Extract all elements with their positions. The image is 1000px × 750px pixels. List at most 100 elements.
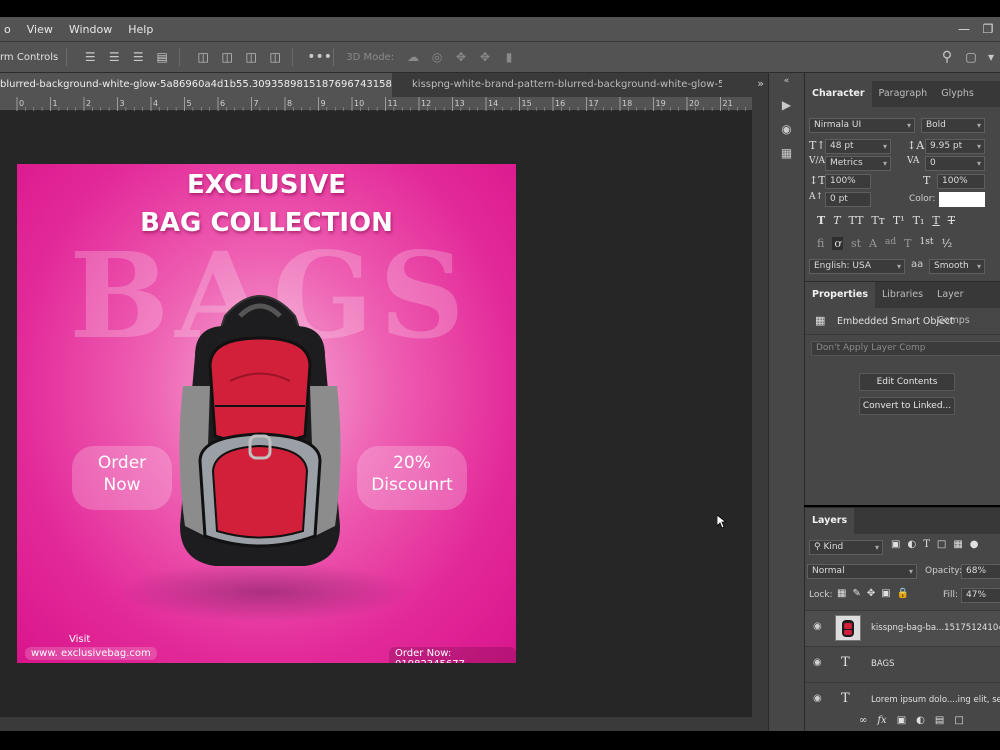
kerning-field[interactable]: Metrics ▾ bbox=[825, 156, 891, 171]
horizontal-scrollbar[interactable] bbox=[0, 717, 752, 731]
visibility-eye-icon[interactable]: ◉ bbox=[813, 693, 822, 704]
workspace-dropdown-icon[interactable]: ▾ bbox=[986, 49, 996, 65]
artwork-image[interactable]: BAGS EXCLUSIVE BAG COLLECTION Order Now … bbox=[17, 164, 516, 663]
distribute-horizontal-icon[interactable]: ◫ bbox=[266, 49, 284, 65]
pan-3d-icon[interactable]: ✥ bbox=[452, 49, 470, 65]
align-bottom-edges-icon[interactable]: ◫ bbox=[242, 49, 260, 65]
adjustment-layer-icon[interactable]: ◐ bbox=[916, 715, 925, 726]
menu-item-view[interactable]: View bbox=[27, 23, 53, 36]
ordinals-button[interactable]: 1st bbox=[919, 237, 933, 250]
filter-toggle-icon[interactable]: ● bbox=[970, 539, 979, 550]
ellipsis-icon[interactable]: ••• bbox=[307, 49, 332, 65]
align-top-edges-icon[interactable]: ◫ bbox=[194, 49, 212, 65]
fill-field[interactable]: 47% bbox=[961, 588, 1000, 603]
opacity-field[interactable]: 68% bbox=[961, 564, 1000, 579]
link-layers-icon[interactable]: ∞ bbox=[859, 715, 867, 726]
faux-bold-button[interactable]: T bbox=[817, 214, 825, 227]
swash-button[interactable]: A bbox=[869, 237, 877, 250]
lock-position-icon[interactable]: ✥ bbox=[867, 588, 875, 599]
slide-3d-icon[interactable]: ✥ bbox=[476, 49, 494, 65]
horizontal-ruler[interactable]: 0 1 2 3 4 5 6 7 8 9 10 11 12 13 14 15 16 17 18 19 20 21 bbox=[0, 97, 752, 111]
font-family-select[interactable]: Nirmala UI ▾ bbox=[809, 118, 915, 133]
tab-paragraph[interactable]: Paragraph bbox=[872, 81, 935, 107]
document-tab-inactive[interactable]: kisspng-white-brand-pattern-blurred-back… bbox=[392, 73, 722, 97]
visibility-eye-icon[interactable]: ◉ bbox=[813, 657, 822, 668]
filter-adjustment-icon[interactable]: ◐ bbox=[907, 539, 916, 550]
minimize-icon[interactable]: — bbox=[952, 22, 976, 36]
layer-comp-select[interactable]: Don't Apply Layer Comp bbox=[811, 341, 1000, 356]
filter-smart-object-icon[interactable]: ▦ bbox=[953, 539, 962, 550]
distribute-vertical-icon[interactable]: ▤ bbox=[153, 49, 171, 65]
color-palette-icon[interactable]: ◉ bbox=[778, 121, 796, 137]
swatches-grid-icon[interactable]: ▦ bbox=[778, 145, 796, 161]
align-vertical-centers-icon[interactable]: ◫ bbox=[218, 49, 236, 65]
menu-item-window[interactable]: Window bbox=[69, 23, 112, 36]
font-size-field[interactable]: 48 pt ▾ bbox=[825, 139, 891, 154]
history-icon[interactable]: ▶ bbox=[778, 97, 796, 113]
antialias-select[interactable]: Smooth ▾ bbox=[929, 259, 985, 274]
vertical-scrollbar[interactable] bbox=[752, 97, 768, 731]
layer-mask-icon[interactable]: ▣ bbox=[897, 715, 906, 726]
layer-filter-select[interactable]: ⚲ Kind ▾ bbox=[809, 540, 883, 555]
filter-type-icon[interactable]: T bbox=[923, 539, 930, 550]
visibility-eye-icon[interactable]: ◉ bbox=[813, 621, 822, 632]
horizontal-scale-field[interactable]: 100% bbox=[937, 174, 985, 189]
underline-button[interactable]: T bbox=[932, 214, 939, 227]
titling-alternates-button[interactable]: T bbox=[904, 237, 911, 250]
tab-properties[interactable]: Properties bbox=[805, 282, 875, 308]
tab-overflow-icon[interactable]: » bbox=[757, 77, 764, 90]
align-horizontal-centers-icon[interactable]: ☰ bbox=[105, 49, 123, 65]
lock-image-icon[interactable]: ✎ bbox=[852, 588, 860, 599]
search-icon[interactable]: ⚲ bbox=[938, 49, 956, 65]
faux-italic-button[interactable]: T bbox=[833, 214, 840, 227]
restore-icon[interactable]: ❐ bbox=[976, 22, 1000, 36]
ligatures-button[interactable]: fi bbox=[817, 237, 824, 250]
small-caps-button[interactable]: Tт bbox=[871, 214, 884, 227]
strikethrough-button[interactable]: T bbox=[948, 214, 955, 227]
layer-row[interactable]: ◉ kisspng-bag-ba...15175124104087 bbox=[805, 610, 1000, 646]
font-style-select[interactable]: Bold ▾ bbox=[921, 118, 985, 133]
orbit-3d-icon[interactable]: ☁ bbox=[404, 49, 422, 65]
new-group-icon[interactable]: ▤ bbox=[935, 715, 944, 726]
all-caps-button[interactable]: TT bbox=[849, 214, 864, 227]
menu-item-partial[interactable]: o bbox=[4, 23, 11, 36]
text-color-swatch[interactable] bbox=[939, 192, 985, 207]
new-layer-icon[interactable]: □ bbox=[954, 715, 963, 726]
tab-layer-comps[interactable]: Layer Comps bbox=[930, 282, 1000, 326]
layer-row[interactable]: ◉ T Lorem ipsum dolo....ing elit, sed d bbox=[805, 682, 1000, 718]
filter-shape-icon[interactable]: □ bbox=[937, 539, 946, 550]
align-right-edges-icon[interactable]: ☰ bbox=[129, 49, 147, 65]
layer-style-icon[interactable]: fx bbox=[877, 715, 886, 726]
edit-contents-button[interactable]: Edit Contents bbox=[859, 373, 955, 391]
layer-row[interactable]: ◉ T BAGS bbox=[805, 646, 1000, 682]
superscript-button[interactable]: T¹ bbox=[893, 214, 905, 227]
tab-glyphs[interactable]: Glyphs bbox=[934, 81, 981, 107]
fractions-button[interactable]: ½ bbox=[941, 237, 952, 250]
lock-transparent-icon[interactable]: ▦ bbox=[837, 588, 846, 599]
leading-field[interactable]: 9.95 pt ▾ bbox=[925, 139, 985, 154]
tab-character[interactable]: Character bbox=[805, 81, 872, 107]
vertical-scale-field[interactable]: 100% bbox=[825, 174, 871, 189]
collapse-panels-icon[interactable]: « bbox=[778, 73, 796, 89]
tab-layers[interactable]: Layers bbox=[805, 508, 855, 534]
document-tab-active[interactable]: blurred-background-white-glow-5a86960a4d… bbox=[0, 73, 392, 97]
menu-item-help[interactable]: Help bbox=[128, 23, 153, 36]
filter-pixel-icon[interactable]: ▣ bbox=[891, 539, 900, 550]
lock-artboard-icon[interactable]: ▣ bbox=[881, 588, 890, 599]
workspace-icon[interactable]: ▢ bbox=[962, 49, 980, 65]
language-select[interactable]: English: USA ▾ bbox=[809, 259, 905, 274]
stylistic-alternates-button[interactable]: ad bbox=[885, 237, 896, 250]
convert-to-linked-button[interactable]: Convert to Linked... bbox=[859, 397, 955, 415]
lock-all-icon[interactable]: 🔒 bbox=[897, 588, 909, 599]
roll-3d-icon[interactable]: ◎ bbox=[428, 49, 446, 65]
subscript-button[interactable]: T₁ bbox=[913, 214, 925, 227]
baseline-shift-field[interactable]: 0 pt bbox=[825, 192, 871, 207]
blend-mode-select[interactable]: Normal ▾ bbox=[807, 564, 917, 579]
scale-3d-icon[interactable]: ▮ bbox=[500, 49, 518, 65]
discretionary-ligatures-button[interactable]: st bbox=[851, 237, 861, 250]
old-style-button[interactable]: ơ bbox=[832, 237, 843, 250]
tab-libraries[interactable]: Libraries bbox=[875, 282, 930, 308]
tracking-field[interactable]: 0 ▾ bbox=[925, 156, 985, 171]
transform-controls-label[interactable]: rm Controls bbox=[0, 52, 58, 63]
align-left-edges-icon[interactable]: ☰ bbox=[81, 49, 99, 65]
